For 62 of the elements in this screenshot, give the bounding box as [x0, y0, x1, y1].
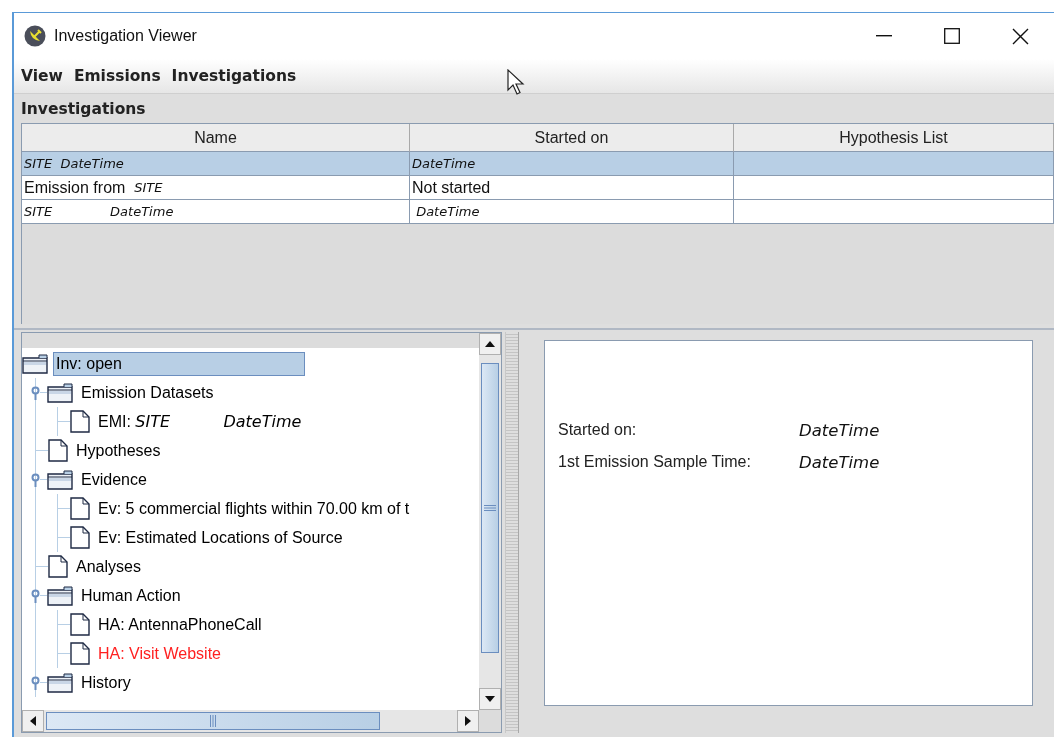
- section-title: Investigations: [21, 100, 146, 120]
- scrollbar-thumb[interactable]: [46, 712, 380, 730]
- field-label: 1st Emission Sample Time:: [558, 453, 752, 472]
- tree-item[interactable]: Evidence: [78, 467, 150, 492]
- field-label: Started on:: [558, 421, 638, 440]
- field-value: DateTime: [799, 453, 881, 472]
- column-header[interactable]: Name: [22, 124, 410, 152]
- tree-item[interactable]: Emission Datasets: [78, 380, 217, 405]
- table-cell: SITE DateTime: [22, 152, 410, 176]
- tree-item[interactable]: Hypotheses: [73, 438, 164, 463]
- document-icon: [70, 526, 90, 549]
- document-icon: [70, 410, 90, 433]
- expanded-handle-icon[interactable]: [31, 472, 40, 487]
- tree-item[interactable]: HA: AntennaPhoneCall: [95, 612, 265, 637]
- scrollbar-thumb[interactable]: [481, 363, 499, 653]
- scroll-left-button[interactable]: [22, 710, 44, 732]
- table-cell: SITE DateTime: [22, 200, 410, 224]
- field-value: DateTime: [799, 421, 881, 440]
- tree-item[interactable]: Ev: 5 commercial flights within 70.00 km of t: [95, 496, 413, 521]
- vertical-scrollbar[interactable]: [479, 333, 501, 710]
- document-icon: [70, 497, 90, 520]
- folder-icon: [22, 353, 48, 374]
- expanded-handle-icon[interactable]: [31, 385, 40, 400]
- expanded-handle-icon[interactable]: [31, 588, 40, 603]
- scroll-right-button[interactable]: [457, 710, 479, 732]
- menu-item[interactable]: Investigations: [170, 67, 304, 85]
- mouse-pointer-icon: [507, 69, 525, 95]
- expanded-handle-icon[interactable]: [31, 675, 40, 690]
- tree-item[interactable]: EMI: SITE DateTime: [95, 409, 305, 434]
- app-logo-icon: [24, 25, 46, 47]
- tree-item[interactable]: HA: Visit Website: [95, 641, 224, 666]
- tree-item[interactable]: Ev: Estimated Locations of Source: [95, 525, 346, 550]
- horizontal-scrollbar[interactable]: [22, 710, 479, 732]
- tree-item[interactable]: Inv: open: [53, 351, 305, 376]
- down-arrow-icon: [485, 696, 495, 702]
- right-arrow-icon: [465, 716, 471, 726]
- scroll-down-button[interactable]: [479, 688, 501, 710]
- table-row[interactable]: SITE DateTime DateTime: [22, 152, 1054, 176]
- column-header[interactable]: Hypothesis List: [734, 124, 1054, 152]
- tree-item[interactable]: Analyses: [73, 554, 144, 579]
- left-arrow-icon: [30, 716, 36, 726]
- maximize-icon: [944, 28, 960, 44]
- table-cell: DateTime: [410, 152, 734, 176]
- scroll-up-button[interactable]: [479, 333, 501, 355]
- tree-item[interactable]: Human Action: [78, 583, 184, 608]
- table-row[interactable]: Emission from SITE Not started: [22, 176, 1054, 200]
- table-row[interactable]: SITE DateTime DateTime: [22, 200, 1054, 224]
- table-cell: Emission from SITE: [22, 176, 410, 200]
- document-icon: [70, 642, 90, 665]
- close-icon: [1011, 27, 1029, 45]
- up-arrow-icon: [485, 341, 495, 347]
- tree-item[interactable]: History: [78, 670, 134, 695]
- table-cell: Not started: [410, 176, 734, 200]
- menu-item[interactable]: Emissions: [72, 67, 168, 85]
- table-cell: DateTime: [410, 200, 734, 224]
- minimize-icon: [876, 35, 892, 37]
- document-icon: [48, 555, 68, 578]
- menu-item[interactable]: View: [20, 67, 70, 85]
- document-icon: [48, 439, 68, 462]
- window-title: Investigation Viewer: [54, 27, 197, 45]
- column-header[interactable]: Started on: [410, 124, 734, 152]
- document-icon: [70, 613, 90, 636]
